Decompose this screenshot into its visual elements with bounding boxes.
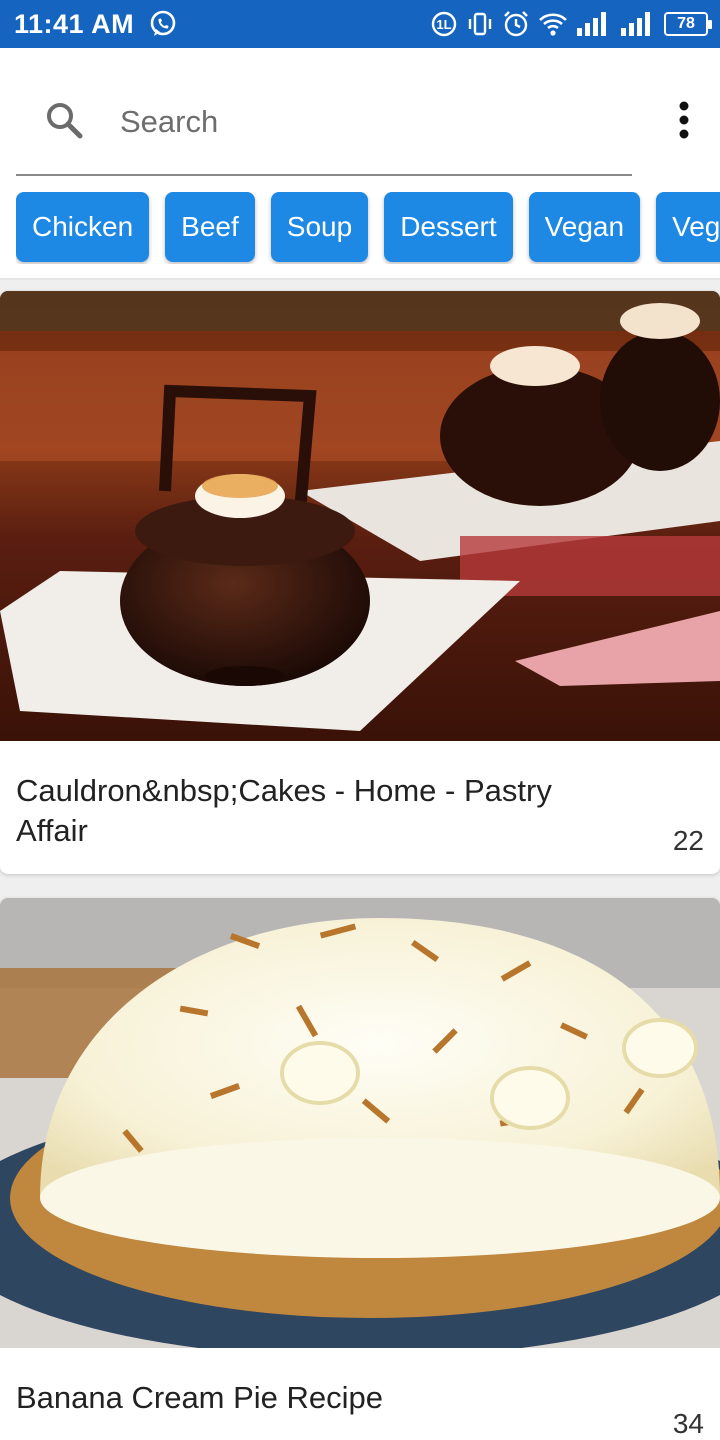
- recipe-list: Cauldron&nbsp;Cakes - Home - Pastry Affa…: [0, 280, 720, 1440]
- category-chips: Chicken Beef Soup Dessert Vegan Vegetari…: [16, 192, 720, 264]
- chip-beef[interactable]: Beef: [165, 192, 255, 262]
- recipe-meta: Banana Cream Pie Recipe 34: [0, 1378, 720, 1439]
- chip-soup[interactable]: Soup: [270, 192, 369, 262]
- battery-icon: 78: [664, 12, 712, 36]
- recipe-image: [0, 898, 720, 1348]
- recipe-card[interactable]: Cauldron&nbsp;Cakes - Home - Pastry Affa…: [0, 291, 720, 874]
- chip-vegan[interactable]: Vegan: [528, 192, 641, 262]
- chip-dessert[interactable]: Dessert: [384, 192, 513, 262]
- more-options-icon[interactable]: [670, 98, 698, 144]
- signal-icon: [577, 12, 606, 36]
- recipe-title: Banana Cream Pie Recipe: [16, 1380, 384, 1415]
- recipe-image: [0, 291, 720, 741]
- data-saver-icon: 1L: [431, 11, 457, 37]
- search-input[interactable]: [120, 98, 600, 146]
- search-icon[interactable]: [44, 100, 84, 140]
- recipe-count: 22: [672, 825, 704, 856]
- recipe-meta: Cauldron&nbsp;Cakes - Home - Pastry Affa…: [0, 771, 720, 856]
- status-icons: 1L 78: [430, 10, 712, 38]
- chip-chicken[interactable]: Chicken: [16, 192, 150, 262]
- signal-icon: [621, 12, 650, 36]
- alarm-icon: [504, 11, 528, 37]
- chip-vegetarian[interactable]: Vegetarian: [656, 192, 720, 262]
- status-time: 11:41 AM: [14, 8, 135, 39]
- vibrate-icon: [468, 12, 492, 36]
- status-bar: 11:41 AM 1L 78: [0, 0, 720, 48]
- whatsapp-icon: [150, 10, 176, 36]
- recipe-card[interactable]: Banana Cream Pie Recipe 34: [0, 898, 720, 1440]
- recipe-count: 34: [672, 1408, 704, 1439]
- svg-text:1L: 1L: [436, 17, 451, 32]
- wifi-icon: [539, 13, 567, 36]
- recipe-title: Cauldron&nbsp;Cakes - Home - Pastry Affa…: [16, 773, 552, 848]
